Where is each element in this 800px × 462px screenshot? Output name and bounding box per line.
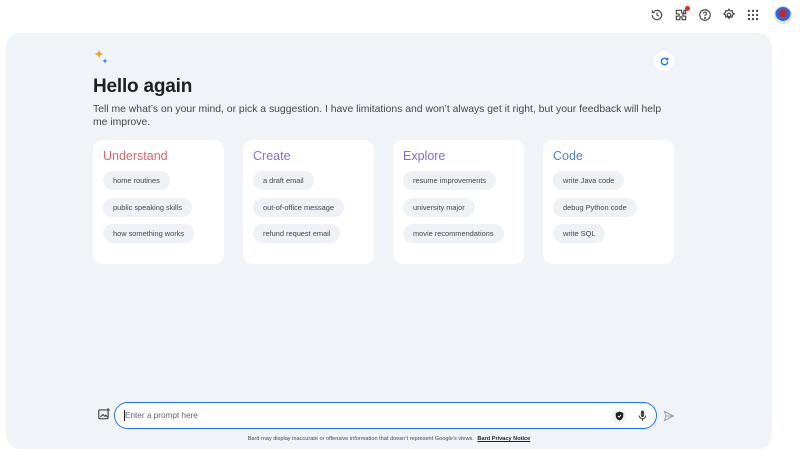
suggestion-chip[interactable]: write SQL [553, 224, 606, 243]
avatar[interactable] [774, 6, 792, 24]
card-create: Create a draft email out-of-office messa… [243, 140, 374, 264]
microphone-icon[interactable] [635, 408, 649, 424]
suggestion-chip[interactable]: public speaking skills [103, 197, 193, 217]
card-explore: Explore resume improvements university m… [393, 140, 524, 264]
suggestion-chip[interactable]: home routines [103, 171, 170, 190]
shield-icon[interactable] [611, 408, 627, 424]
main-panel: Hello again Tell me what’s on your mind,… [6, 33, 772, 449]
notification-dot [685, 6, 690, 11]
suggestion-chip[interactable]: refund request email [253, 224, 341, 243]
suggestion-chip[interactable]: university major [403, 197, 475, 217]
card-title: Create [253, 149, 291, 163]
card-title: Code [553, 149, 583, 163]
refresh-suggestions-button[interactable] [654, 51, 674, 71]
suggestion-chip[interactable]: debug Python code [553, 197, 637, 217]
suggestion-chip[interactable]: out-of-office message [253, 197, 344, 217]
prompt-box [114, 402, 657, 429]
help-icon[interactable] [696, 6, 714, 24]
disclaimer-text: Bard may display inaccurate or offensive… [247, 436, 474, 442]
suggestion-chip[interactable]: how something works [103, 224, 195, 243]
apps-grid-icon[interactable] [744, 6, 762, 24]
card-title: Explore [403, 149, 446, 163]
suggestion-cards: Understand home routines public speaking… [93, 140, 674, 264]
history-icon[interactable] [648, 6, 666, 24]
suggestion-chip[interactable]: a draft email [253, 171, 314, 190]
send-icon[interactable] [663, 410, 675, 422]
privacy-notice-link[interactable]: Bard Privacy Notice [477, 436, 530, 442]
sparkle-icon [94, 49, 108, 64]
upload-image-icon[interactable] [97, 407, 111, 421]
card-understand: Understand home routines public speaking… [93, 140, 224, 264]
prompt-input[interactable] [125, 408, 595, 423]
suggestion-chip[interactable]: resume improvements [403, 171, 497, 190]
card-title: Understand [103, 149, 168, 163]
extensions-icon[interactable] [672, 6, 690, 24]
suggestion-chip[interactable]: write Java code [553, 171, 625, 190]
top-icons [648, 6, 792, 24]
page-title: Hello again [93, 76, 193, 97]
card-code: Code write Java code debug Python code w… [543, 140, 674, 264]
suggestion-chip[interactable]: movie recommendations [403, 224, 504, 243]
settings-icon[interactable] [720, 6, 738, 24]
intro-text: Tell me what’s on your mind, or pick a s… [93, 104, 662, 128]
disclaimer: Bard may display inaccurate or offensive… [6, 436, 772, 442]
top-bar [0, 0, 800, 32]
